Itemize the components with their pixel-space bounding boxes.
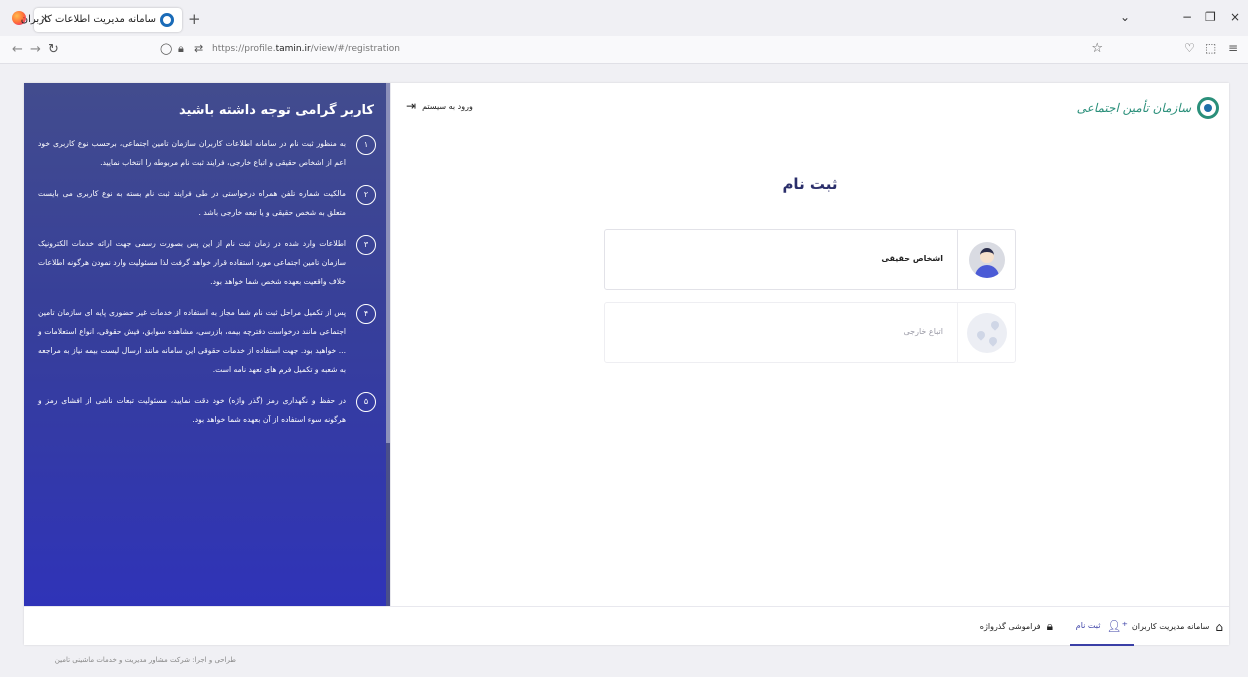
minimize-button[interactable]: − [1182, 10, 1192, 24]
option-label: اشخاص حقیقی [881, 254, 943, 263]
reload-icon[interactable]: ↻ [48, 42, 59, 57]
add-user-icon: ⁺👤︎ [1106, 618, 1128, 633]
lock-icon[interactable]: 🔒︎ [178, 42, 184, 56]
info-number-badge: ۲ [356, 185, 376, 205]
info-text: پس از تکمیل مراحل ثبت نام شما مجاز به اس… [38, 308, 346, 374]
bookmark-star-icon[interactable]: ☆ [1091, 41, 1103, 56]
info-panel: کاربر گرامی توجه داشته باشید ۱ به منظور … [24, 83, 390, 606]
option-label: اتباع خارجی [903, 327, 943, 336]
login-label: ورود به سیستم [422, 101, 473, 111]
page-title: ثبت نام [782, 175, 838, 193]
shield-icon[interactable]: ◯ [160, 42, 172, 55]
pocket-icon[interactable]: ♡ [1184, 41, 1195, 55]
permissions-icon[interactable]: ⇄ [194, 42, 203, 55]
page-card: کاربر گرامی توجه داشته باشید ۱ به منظور … [24, 83, 1229, 646]
bottom-nav: ⌂ سامانه مدیریت کاربران ⁺👤︎ ثبت نام 🔒︎ ف… [24, 606, 1229, 646]
info-text: اطلاعات وارد شده در زمان ثبت نام از این … [38, 239, 346, 286]
login-link[interactable]: ورود به سیستم ⇥ [406, 99, 473, 113]
forward-arrow-icon[interactable]: → [30, 42, 41, 57]
option-natural-persons[interactable]: اشخاص حقیقی [604, 229, 1016, 290]
nav-forgot-password[interactable]: 🔒︎ فراموشی گذرواژه [974, 607, 1059, 646]
extensions-icon[interactable]: ⬚ [1205, 41, 1216, 55]
info-title: کاربر گرامی توجه داشته باشید [178, 103, 374, 118]
new-tab-button[interactable]: + [188, 10, 201, 28]
nav-home[interactable]: ⌂ سامانه مدیریت کاربران [1126, 607, 1229, 646]
url-text[interactable]: https://profile.tamin.ir/view/#/registra… [212, 44, 400, 54]
info-item: ۲ مالکیت شماره تلفن همراه درخواستی در طی… [38, 184, 376, 222]
close-window-button[interactable]: × [1230, 10, 1240, 24]
option-foreign-nationals[interactable]: اتباع خارجی [604, 302, 1016, 363]
tab-close-icon[interactable]: × [40, 12, 49, 25]
back-arrow-icon[interactable]: ← [12, 42, 23, 57]
tamin-logo-icon [1197, 97, 1219, 119]
option-icon-cell [957, 230, 1015, 289]
home-icon: ⌂ [1215, 619, 1223, 634]
option-icon-cell [957, 303, 1015, 362]
info-number-badge: ۱ [356, 135, 376, 155]
browser-tab[interactable]: سامانه مدیریت اطلاعات کاربران × [21, 8, 182, 32]
user-avatar-icon [968, 241, 1005, 278]
tab-list-icon[interactable]: ⌄ [1120, 10, 1130, 24]
url-bar[interactable]: ◯ 🔒︎ ⇄ https://profile.tamin.ir/view/#/r… [152, 39, 1107, 61]
info-item: ۳ اطلاعات وارد شده در زمان ثبت نام از ای… [38, 234, 376, 291]
nav-register-label: ثبت نام [1075, 621, 1101, 630]
nav-register[interactable]: ⁺👤︎ ثبت نام [1069, 607, 1134, 646]
menu-icon[interactable]: ≡ [1228, 41, 1238, 55]
info-text: به منظور ثبت نام در سامانه اطلاعات کاربر… [38, 139, 346, 167]
info-item: ۱ به منظور ثبت نام در سامانه اطلاعات کار… [38, 134, 376, 172]
footer-credit: طراحی و اجرا: شرکت مشاور مدیریت و خدمات … [54, 656, 236, 664]
tamin-logo: سازمان تأمین اجتماعی [1077, 97, 1219, 119]
sign-in-icon: ⇥ [406, 99, 417, 113]
lock-icon: 🔒︎ [1046, 619, 1053, 633]
info-text: مالکیت شماره تلفن همراه درخواستی در طی ف… [38, 189, 346, 217]
browser-tab-bar: سامانه مدیریت اطلاعات کاربران × + ⌄ − ❐ … [0, 0, 1248, 36]
site-favicon-icon [160, 13, 174, 27]
maximize-button[interactable]: ❐ [1205, 10, 1216, 24]
map-pin-icon [966, 312, 1007, 353]
info-text: در حفظ و نگهداری رمز (گذر واژه) خود دقت … [38, 396, 346, 424]
browser-nav-bar: ← → ↻ ◯ 🔒︎ ⇄ https://profile.tamin.ir/vi… [0, 36, 1248, 64]
main-content: سازمان تأمین اجتماعی ورود به سیستم ⇥ ثبت… [390, 83, 1229, 606]
info-number-badge: ۵ [356, 392, 376, 412]
info-number-badge: ۴ [356, 304, 376, 324]
info-item: ۴ پس از تکمیل مراحل ثبت نام شما مجاز به … [38, 303, 376, 379]
info-number-badge: ۳ [356, 235, 376, 255]
info-item: ۵ در حفظ و نگهداری رمز (گذر واژه) خود دق… [38, 391, 376, 429]
nav-forgot-label: فراموشی گذرواژه [979, 622, 1041, 631]
logo-text: سازمان تأمین اجتماعی [1076, 101, 1191, 115]
nav-home-label: سامانه مدیریت کاربران [1131, 622, 1210, 631]
